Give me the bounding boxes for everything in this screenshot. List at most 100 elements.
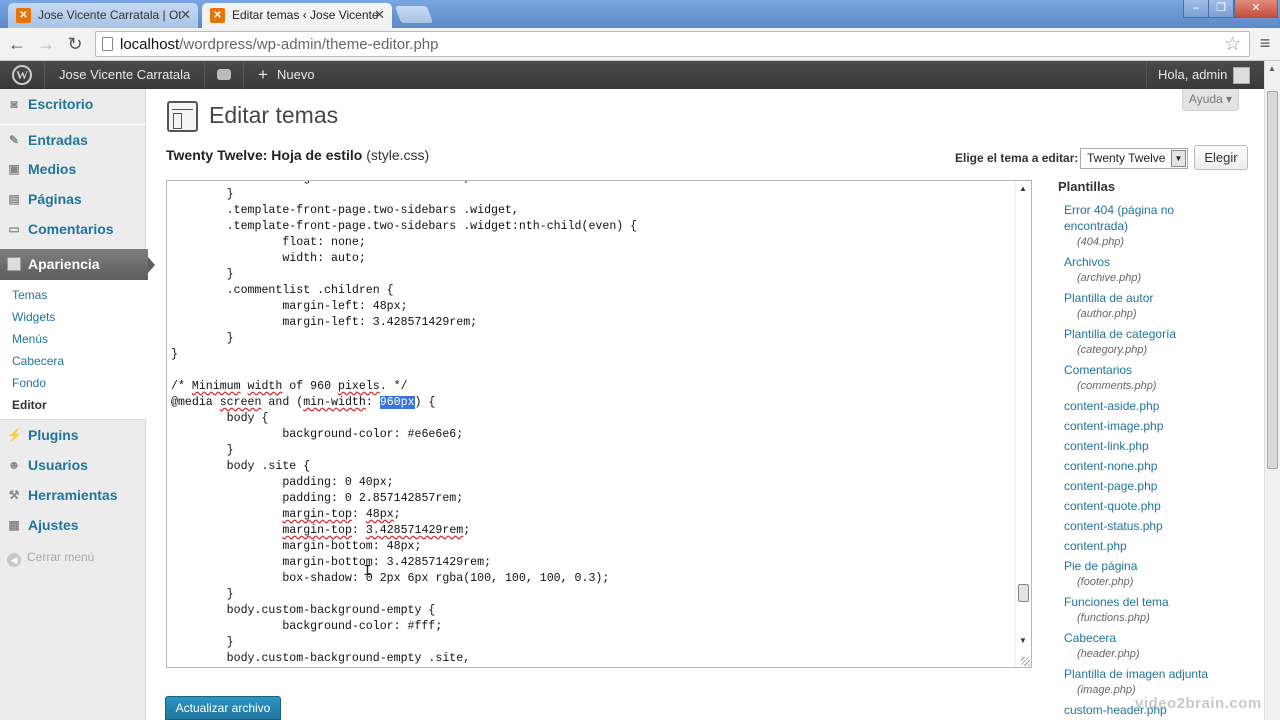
sidebar-item-escritorio[interactable]: ◙ Escritorio	[0, 89, 146, 119]
url-text[interactable]: localhost/wordpress/wp-admin/theme-edito…	[120, 36, 439, 53]
code-line: }	[171, 188, 234, 201]
reload-icon[interactable]: ↻	[64, 33, 86, 55]
code-line: body {	[171, 412, 269, 425]
template-link[interactable]: content-aside.php	[1064, 398, 1260, 414]
template-item[interactable]: Comentarios (comments.php)	[1064, 362, 1260, 394]
template-link[interactable]: content-image.php	[1064, 418, 1260, 434]
template-link[interactable]: Plantilla de imagen adjunta	[1064, 666, 1260, 682]
new-tab-button[interactable]	[394, 6, 434, 23]
template-link[interactable]: content-page.php	[1064, 478, 1260, 494]
scroll-up-arrow-icon[interactable]: ▲	[1268, 64, 1276, 73]
resize-grip-icon[interactable]	[1021, 657, 1030, 666]
template-item[interactable]: content-link.php	[1064, 438, 1260, 454]
editor-scrollbar-thumb[interactable]	[1018, 584, 1029, 602]
account-greeting[interactable]: Hola, admin	[1158, 61, 1227, 89]
template-link[interactable]: Pie de página	[1064, 558, 1260, 574]
back-icon[interactable]: ←	[6, 33, 28, 55]
chevron-down-icon: ▼	[1171, 150, 1186, 167]
template-link[interactable]: Cabecera	[1064, 630, 1260, 646]
code-content[interactable]: margin: 0 0 1.714285714rem; } .template-…	[171, 181, 637, 667]
wordpress-logo-icon[interactable]: W	[12, 65, 32, 85]
help-tab-button[interactable]: Ayuda ▾	[1182, 89, 1239, 111]
submenu-item-menus[interactable]: Menús	[12, 332, 48, 346]
sidebar-item-ajustes[interactable]: ▦ Ajustes	[0, 510, 146, 540]
update-file-button[interactable]: Actualizar archivo	[165, 696, 281, 720]
template-link[interactable]: Funciones del tema	[1064, 594, 1260, 610]
admin-bar-divider	[204, 61, 205, 89]
template-item[interactable]: Archivos (archive.php)	[1064, 254, 1260, 286]
theme-select[interactable]: Twenty Twelve ▼	[1080, 148, 1188, 169]
minimize-button[interactable]: –	[1183, 0, 1209, 18]
submenu-item-editor[interactable]: Editor	[12, 398, 47, 412]
page-scrollbar[interactable]: ▲	[1264, 61, 1280, 720]
template-item[interactable]: content-none.php	[1064, 458, 1260, 474]
sidebar-item-entradas[interactable]: ✎ Entradas	[0, 124, 146, 154]
template-item[interactable]: content-image.php	[1064, 418, 1260, 434]
submenu-item-widgets[interactable]: Widgets	[12, 310, 55, 324]
scroll-down-arrow-icon[interactable]: ▼	[1019, 636, 1027, 645]
template-item[interactable]: Error 404 (página no encontrada) (404.php…	[1064, 202, 1260, 250]
template-item[interactable]: Cabecera (header.php)	[1064, 630, 1260, 662]
close-window-button[interactable]: ✕	[1234, 0, 1278, 18]
close-tab-icon[interactable]: ✕	[180, 3, 191, 27]
avatar[interactable]	[1233, 67, 1250, 84]
sidebar-item-herramientas[interactable]: ⚒ Herramientas	[0, 480, 146, 510]
template-filename: (404.php)	[1077, 236, 1125, 248]
browser-toolbar: ← → ↻ localhost/wordpress/wp-admin/theme…	[0, 28, 1280, 61]
code-editor-textarea[interactable]: margin: 0 0 1.714285714rem; } .template-…	[166, 180, 1032, 668]
template-filename: (archive.php)	[1077, 272, 1142, 284]
sidebar-item-plugins[interactable]: ⚡ Plugins	[0, 420, 146, 450]
template-item[interactable]: content-aside.php	[1064, 398, 1260, 414]
sidebar-item-apariencia[interactable]: Apariencia	[0, 249, 155, 280]
site-name-link[interactable]: Jose Vicente Carratala	[59, 61, 190, 89]
template-link[interactable]: Error 404 (página no encontrada)	[1064, 202, 1182, 234]
code-line: padding: 0 40px;	[171, 476, 394, 489]
submenu-item-cabecera[interactable]: Cabecera	[12, 354, 64, 368]
xampp-favicon-icon: ✕	[16, 8, 31, 23]
forward-icon[interactable]: →	[35, 33, 57, 55]
template-link[interactable]: Plantilla de autor	[1064, 290, 1260, 306]
comments-bubble-icon[interactable]	[217, 69, 231, 80]
template-link[interactable]: content-link.php	[1064, 438, 1260, 454]
users-icon: ☻	[7, 458, 21, 472]
template-item[interactable]: Pie de página (footer.php)	[1064, 558, 1260, 590]
browser-tab-2[interactable]: ✕ Editar temas ‹ Jose Vicente ✕	[202, 3, 392, 28]
template-link[interactable]: Comentarios	[1064, 362, 1260, 378]
editor-scrollbar[interactable]: ▲ ▼	[1015, 181, 1031, 667]
submenu-item-temas[interactable]: Temas	[12, 288, 47, 302]
template-item[interactable]: content.php	[1064, 538, 1260, 554]
template-item[interactable]: Plantilla de imagen adjunta (image.php)	[1064, 666, 1260, 698]
scroll-up-arrow-icon[interactable]: ▲	[1019, 184, 1027, 193]
address-bar[interactable]: localhost/wordpress/wp-admin/theme-edito…	[95, 31, 1250, 57]
choose-theme-button[interactable]: Elegir	[1194, 145, 1248, 170]
sidebar-item-medios[interactable]: ▣ Medios	[0, 154, 146, 184]
template-item[interactable]: Funciones del tema (functions.php)	[1064, 594, 1260, 626]
template-item[interactable]: content-quote.php	[1064, 498, 1260, 514]
browser-menu-icon[interactable]: ≡	[1255, 33, 1275, 54]
sidebar-item-paginas[interactable]: ▤ Páginas	[0, 184, 146, 214]
settings-icon: ▦	[8, 518, 20, 532]
templates-heading: Plantillas	[1058, 179, 1116, 194]
template-item[interactable]: content-status.php	[1064, 518, 1260, 534]
bookmark-star-icon[interactable]: ☆	[1224, 33, 1241, 56]
template-item[interactable]: Plantilla de autor (author.php)	[1064, 290, 1260, 322]
new-content-link[interactable]: Nuevo	[277, 61, 315, 89]
template-item[interactable]: Plantilla de categoría (category.php)	[1064, 326, 1260, 358]
template-link[interactable]: content-status.php	[1064, 518, 1260, 534]
collapse-menu-button[interactable]: ◀ Cerrar menú	[7, 550, 94, 567]
close-tab-icon[interactable]: ✕	[374, 3, 385, 27]
maximize-button[interactable]: ❐	[1208, 0, 1234, 18]
template-link[interactable]: content-quote.php	[1064, 498, 1260, 514]
browser-tab-1[interactable]: ✕ Jose Vicente Carratala | Ot ✕	[8, 3, 198, 28]
page-scrollbar-thumb[interactable]	[1267, 91, 1278, 469]
template-link[interactable]: content.php	[1064, 538, 1260, 554]
template-item[interactable]: content-page.php	[1064, 478, 1260, 494]
submenu-item-fondo[interactable]: Fondo	[12, 376, 46, 390]
tools-icon: ⚒	[8, 488, 20, 502]
plus-icon[interactable]: +	[258, 61, 268, 89]
template-link[interactable]: content-none.php	[1064, 458, 1260, 474]
template-link[interactable]: Plantilla de categoría	[1064, 326, 1260, 342]
sidebar-item-comentarios[interactable]: ▭ Comentarios	[0, 214, 146, 244]
template-link[interactable]: Archivos	[1064, 254, 1260, 270]
sidebar-item-usuarios[interactable]: ☻ Usuarios	[0, 450, 146, 480]
